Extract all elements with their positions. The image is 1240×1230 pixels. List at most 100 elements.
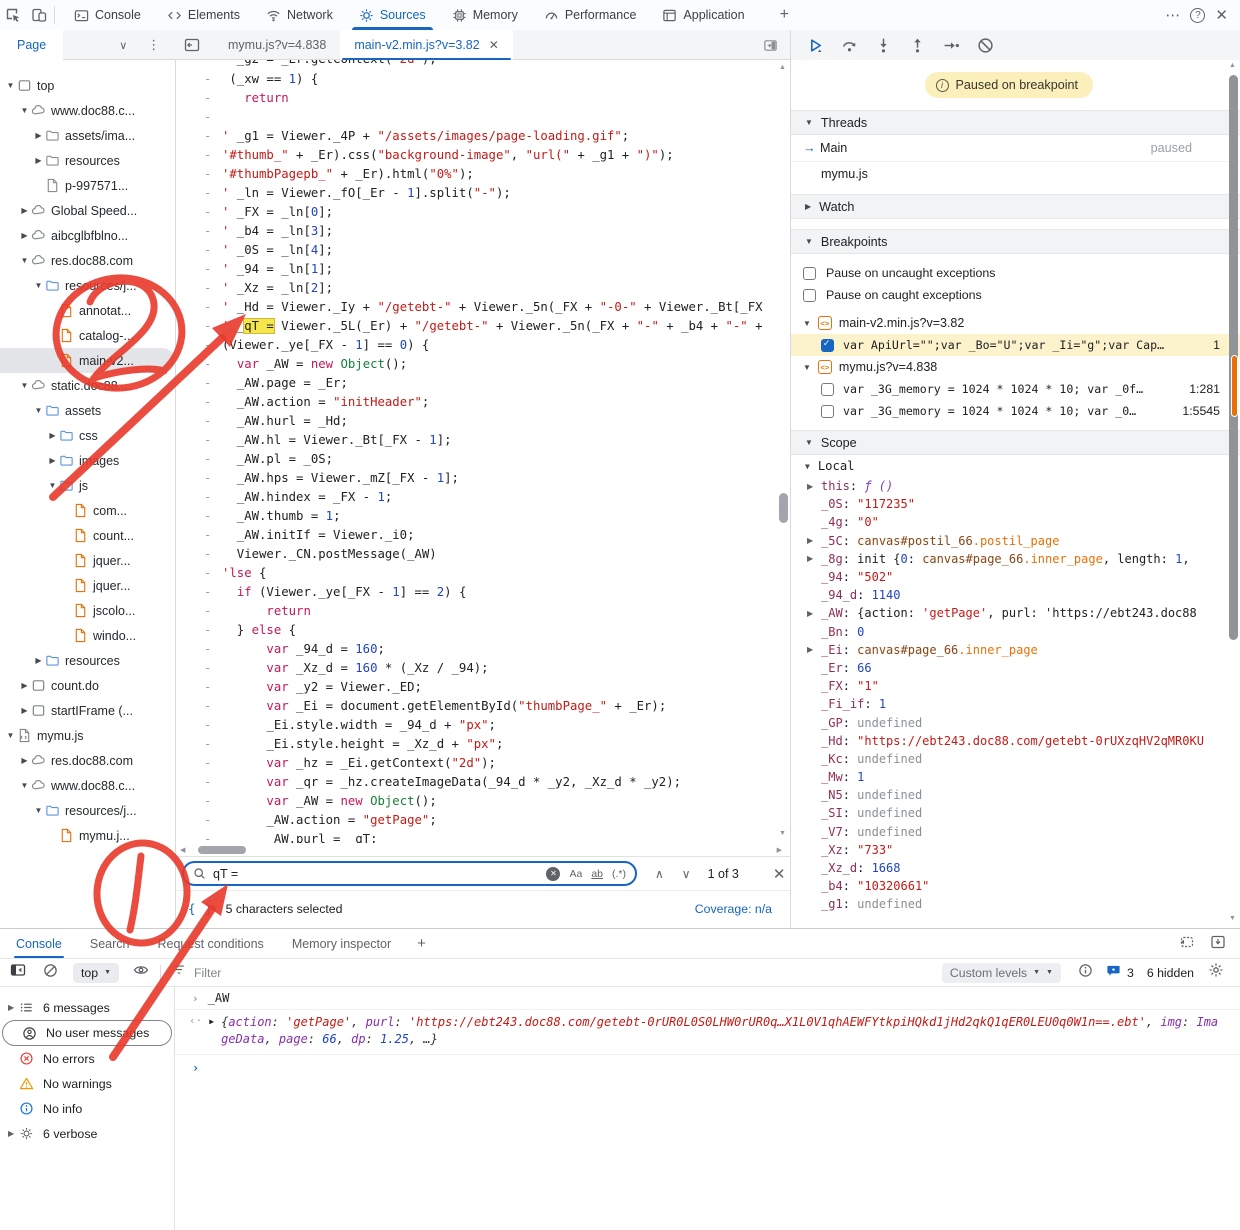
scroll-down-icon[interactable]: ▼ (779, 830, 786, 837)
code-line[interactable]: -' _qT = Viewer._5L(_Er) + "/getebt-" + … (176, 317, 777, 336)
step-out-icon[interactable] (909, 37, 926, 54)
code-line[interactable]: - _AW.hurl = _Hd; (176, 412, 777, 431)
code-line[interactable]: -(Viewer._ye[_FX - 1] == 0) { (176, 336, 777, 355)
source-code[interactable]: - _g2 = _Er.getContext("2d");- (_xw == 1… (176, 60, 777, 843)
tree-item-www-doc88-c-[interactable]: ▼www.doc88.c... (0, 773, 175, 798)
tree-expander-icon[interactable]: ▶ (32, 131, 45, 140)
editor-tab-main-v2.min.js?v=3.82[interactable]: main-v2.min.js?v=3.82✕ (340, 30, 512, 60)
pretty-print-button[interactable]: { } (188, 901, 214, 916)
console-filter-no-errors[interactable]: No errors (0, 1046, 174, 1071)
code-line[interactable]: - return (176, 602, 777, 621)
console-settings-info-icon[interactable] (1078, 963, 1093, 983)
expand-object-icon[interactable]: ▶ (209, 1017, 214, 1048)
tree-expander-icon[interactable]: ▶ (18, 681, 31, 690)
console-result-object[interactable]: {action: 'getPage', purl: 'https://ebt24… (221, 1014, 1224, 1048)
console-filter-no-info[interactable]: No info (0, 1096, 174, 1121)
console-result-row[interactable]: ‹· ▶ {action: 'getPage', purl: 'https://… (175, 1010, 1240, 1055)
scope-variable-_5C[interactable]: ▶_5C: canvas#postil_66.postil_page (791, 532, 1240, 550)
gear-icon[interactable] (1208, 962, 1224, 983)
more-options-icon[interactable]: ⋯ (1165, 6, 1180, 24)
step-over-icon[interactable] (841, 37, 858, 54)
tree-item-Global-Speed-[interactable]: ▶Global Speed... (0, 198, 175, 223)
scroll-right-icon[interactable]: ▶ (777, 846, 782, 854)
navigator-more-icon[interactable]: ⋮ (147, 37, 160, 53)
code-line[interactable]: - _Ei.style.width = _94_d + "px"; (176, 716, 777, 735)
tree-expander-icon[interactable]: ▶ (32, 156, 45, 165)
code-line[interactable]: - _AW.hps = Viewer._mZ[_FX - 1]; (176, 469, 777, 488)
tree-item-res-doc88-com[interactable]: ▼res.doc88.com (0, 248, 175, 273)
tab-performance[interactable]: Performance (531, 0, 650, 30)
code-line[interactable]: - var _y2 = Viewer._ED; (176, 678, 777, 697)
add-panel-icon[interactable]: + (780, 6, 789, 24)
tab-sources[interactable]: Sources (346, 0, 439, 30)
code-line[interactable]: - var _Xz_d = 160 * (_Xz / _94); (176, 659, 777, 678)
code-line[interactable]: -' _b4 = _ln[3]; (176, 222, 777, 241)
code-line[interactable]: - Viewer._CN.postMessage(_AW) (176, 545, 777, 564)
scope-section-header[interactable]: ▼ Scope (791, 430, 1240, 455)
checkbox-unchecked[interactable] (821, 405, 834, 418)
tree-item-css[interactable]: ▶css (0, 423, 175, 448)
code-line[interactable]: - var _AW = new Object(); (176, 792, 777, 811)
tab-memory[interactable]: Memory (439, 0, 531, 30)
tree-item-assets[interactable]: ▼assets (0, 398, 175, 423)
tree-expander-icon[interactable]: ▶ (46, 431, 59, 440)
code-line[interactable]: - var _AW = new Object(); (176, 355, 777, 374)
drawer-dock-icon[interactable] (1210, 934, 1226, 955)
breakpoints-section-header[interactable]: ▼ Breakpoints (791, 229, 1240, 254)
tree-item-resources[interactable]: ▶resources (0, 148, 175, 173)
console-prompt[interactable]: › (175, 1057, 1240, 1079)
code-line[interactable]: - _AW.pl = _0S; (176, 450, 777, 469)
scroll-left-icon[interactable]: ◀ (180, 846, 185, 854)
panel-scrollbar[interactable]: ▲ ▼ (1226, 60, 1240, 928)
tree-item-count-do[interactable]: ▶count.do (0, 673, 175, 698)
code-line[interactable]: - (176, 108, 777, 127)
code-line[interactable]: -' _0S = _ln[4]; (176, 241, 777, 260)
code-line[interactable]: -'lse { (176, 564, 777, 583)
tree-expander-icon[interactable]: ▼ (18, 381, 31, 390)
tree-item-jquer-[interactable]: jquer... (0, 548, 175, 573)
tab-elements[interactable]: Elements (154, 0, 253, 30)
scope-variable-_AW[interactable]: ▶_AW: {action: 'getPage', purl: 'https:/… (791, 604, 1240, 622)
drawer-tab-request-conditions[interactable]: Request conditions (155, 929, 265, 958)
code-line[interactable]: -' _ln = Viewer._fO[_Er - 1].split("-"); (176, 184, 777, 203)
issues-count[interactable]: 3 (1127, 966, 1134, 980)
tree-item-resources[interactable]: ▶resources (0, 648, 175, 673)
inspect-element-icon[interactable] (0, 2, 26, 28)
search-input[interactable]: qT = ✕ Aa ab (.*) (182, 861, 637, 886)
tree-expander-icon[interactable]: ▶ (18, 706, 31, 715)
pause-uncaught-row[interactable]: Pause on uncaught exceptions (791, 262, 1240, 284)
code-line[interactable]: - _AW.hl = Viewer._Bt[_FX - 1]; (176, 431, 777, 450)
code-line[interactable]: - var _Ei = document.getElementById("thu… (176, 697, 777, 716)
tree-item-resources-j-[interactable]: ▼resources/j... (0, 798, 175, 823)
tree-item-com-[interactable]: com... (0, 498, 175, 523)
close-tab-icon[interactable]: ✕ (489, 38, 499, 52)
tree-expander-icon[interactable]: ▼ (18, 106, 31, 115)
scrollbar-thumb[interactable] (198, 846, 246, 854)
drawer-tab-memory-inspector[interactable]: Memory inspector (290, 929, 393, 958)
editor-tab-mymu.js?v=4.838[interactable]: mymu.js?v=4.838 (214, 30, 340, 60)
code-line[interactable]: -' _Xz = _ln[2]; (176, 279, 777, 298)
code-line[interactable]: - _AW.page = _Er; (176, 374, 777, 393)
checkbox-unchecked[interactable] (821, 383, 834, 396)
code-line[interactable]: - _AW.hindex = _FX - 1; (176, 488, 777, 507)
console-sidebar-toggle-icon[interactable] (10, 962, 26, 983)
close-devtools-icon[interactable]: ✕ (1215, 6, 1228, 24)
tree-expander-icon[interactable]: ▼ (32, 806, 45, 815)
next-match-icon[interactable]: ∨ (682, 867, 691, 881)
tree-expander-icon[interactable]: ▶ (18, 206, 31, 215)
tree-item-resources-j-[interactable]: ▼resources/j... (0, 273, 175, 298)
checkbox-checked[interactable] (821, 339, 834, 352)
code-line[interactable]: -' _FX = _ln[0]; (176, 203, 777, 222)
tree-item-main-v2-[interactable]: main-v2... (0, 348, 175, 373)
step-icon[interactable] (943, 37, 960, 54)
tree-expander-icon[interactable]: ▶ (32, 656, 45, 665)
tree-item-js[interactable]: ▼js (0, 473, 175, 498)
help-icon[interactable]: ? (1190, 8, 1205, 23)
console-filter-6-messages[interactable]: ▶6 messages (0, 995, 174, 1020)
context-selector[interactable]: top ▼ (73, 963, 119, 983)
tree-item-jscolo-[interactable]: jscolo... (0, 598, 175, 623)
checkbox-unchecked[interactable] (803, 289, 816, 302)
tree-item-assets-ima-[interactable]: ▶assets/ima... (0, 123, 175, 148)
tree-item-static-doc88-[interactable]: ▼static.doc88.... (0, 373, 175, 398)
coverage-link[interactable]: Coverage: n/a (695, 902, 772, 916)
